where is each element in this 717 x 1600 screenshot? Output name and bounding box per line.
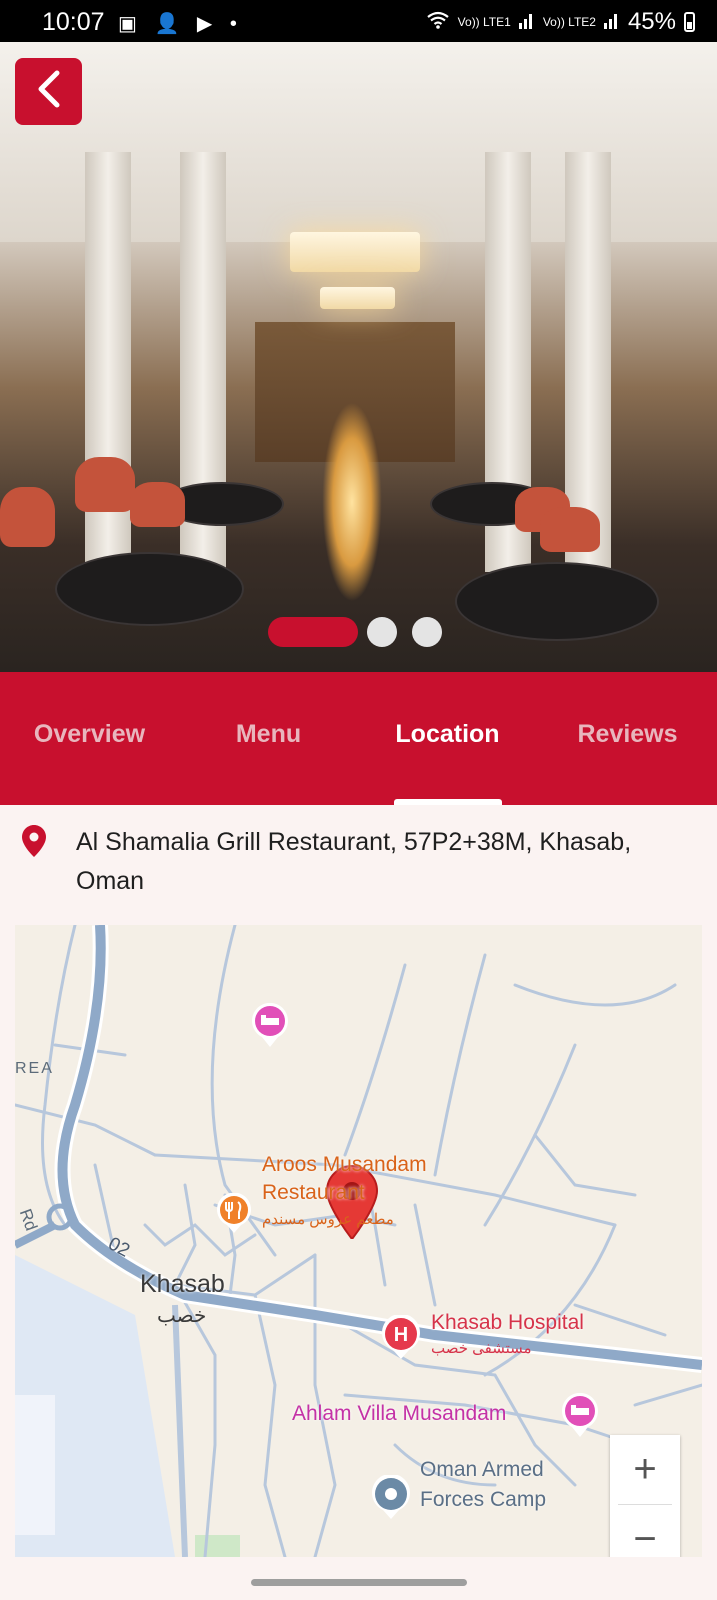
svg-text:H: H xyxy=(394,1324,408,1346)
photo-chair xyxy=(540,507,600,552)
photo-table xyxy=(55,552,244,626)
tab-location[interactable]: Location xyxy=(358,720,537,749)
map-hospital-label-ar: مستشفى خصب xyxy=(431,1340,532,1357)
address-row: Al Shamalia Grill Restaurant, 57P2+38M, … xyxy=(0,805,717,925)
signal-icon xyxy=(603,8,620,36)
navigation-bar xyxy=(0,1557,717,1600)
map-city-label: Khasab xyxy=(140,1270,225,1298)
photo-chair xyxy=(0,487,55,547)
restaurant-photo[interactable] xyxy=(0,42,717,672)
wifi-icon xyxy=(426,8,450,36)
tab-overview[interactable]: Overview xyxy=(0,720,179,749)
map-view[interactable]: H REA Rd 02 Khasab خصب Aroos Musandam Re… xyxy=(15,925,702,1557)
status-right: Vo)) LTE1 Vo)) LTE2 45% xyxy=(426,8,695,36)
battery-percent: 45% xyxy=(627,8,676,35)
map-hospital-label: Khasab Hospital xyxy=(431,1311,584,1334)
carousel-dot[interactable] xyxy=(367,617,397,647)
back-button[interactable] xyxy=(15,58,82,125)
photo-chandelier xyxy=(290,232,420,272)
status-bar: 10:07 ▣ 👤 ▶ • Vo)) LTE1 Vo)) LTE2 45% xyxy=(0,0,717,42)
map-area-label: REA xyxy=(15,1060,54,1077)
photo-chandelier xyxy=(320,287,395,309)
zoom-out-button[interactable]: − xyxy=(610,1505,680,1557)
address-text: Al Shamalia Grill Restaurant, 57P2+38M, … xyxy=(76,828,632,895)
photo-chair xyxy=(130,482,185,527)
clock: 10:07 xyxy=(42,8,105,36)
carousel-dot[interactable] xyxy=(412,617,442,647)
carousel-dot-active[interactable] xyxy=(268,617,358,647)
map-camp-label: Forces Camp xyxy=(420,1488,547,1511)
network-2: Vo)) LTE2 xyxy=(542,14,596,29)
map-camp-label: Oman Armed xyxy=(420,1458,544,1481)
tab-bar: Overview Menu Location Reviews xyxy=(0,672,717,805)
photo-lamp xyxy=(322,402,382,602)
notification-icons: ▣ 👤 ▶ • xyxy=(118,13,243,35)
chevron-left-icon xyxy=(35,69,63,114)
carousel-indicator xyxy=(0,617,717,649)
battery-icon xyxy=(684,12,695,32)
home-indicator[interactable] xyxy=(251,1579,467,1586)
map-villa-label: Ahlam Villa Musandam xyxy=(292,1402,507,1425)
map-city-label-ar: خصب xyxy=(157,1305,207,1327)
map-zoom-control: + − xyxy=(610,1435,680,1557)
network-1: Vo)) LTE1 xyxy=(457,14,511,29)
zoom-in-button[interactable]: + xyxy=(610,1435,680,1504)
tab-reviews[interactable]: Reviews xyxy=(538,720,717,749)
tab-menu[interactable]: Menu xyxy=(179,720,358,749)
signal-icon xyxy=(518,8,535,36)
location-pin-icon xyxy=(22,825,46,862)
map-restaurant-label-ar: مطعم عروس مسندم xyxy=(262,1211,394,1228)
map-restaurant-label: Restaurant xyxy=(262,1181,365,1204)
map-restaurant-label: Aroos Musandam xyxy=(262,1153,427,1176)
photo-chair xyxy=(75,457,135,512)
